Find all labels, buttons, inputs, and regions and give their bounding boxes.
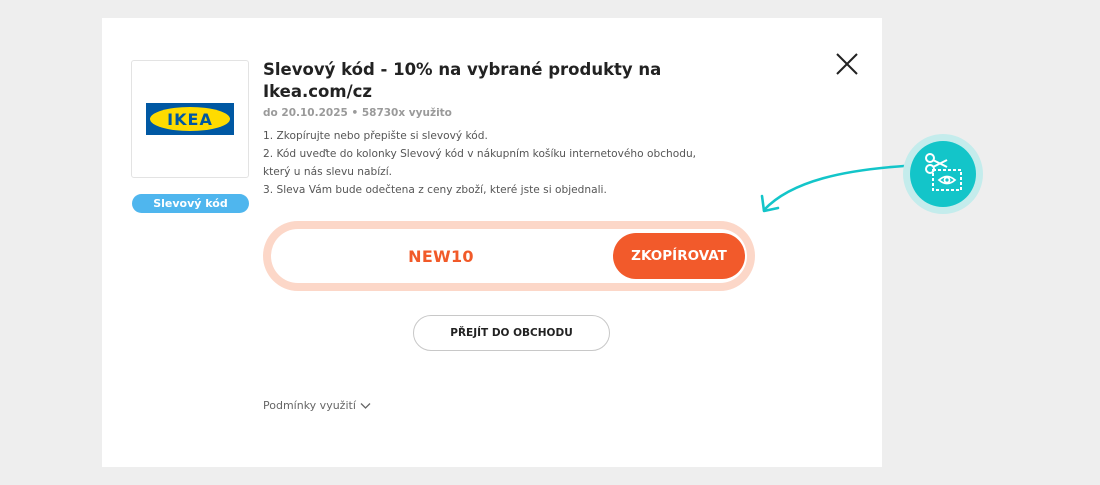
offer-meta: do 20.10.2025 • 58730x využito xyxy=(263,107,452,119)
terms-toggle[interactable]: Podmínky využití xyxy=(263,399,371,412)
coupon-code[interactable]: NEW10 xyxy=(271,229,611,283)
scissors-coupon-icon xyxy=(925,153,962,191)
instruction-step: 2. Kód uveďte do kolonky Slevový kód v n… xyxy=(263,148,697,178)
coupon-type-badge: Slevový kód xyxy=(132,194,249,213)
close-icon xyxy=(836,53,858,75)
offer-title: Slevový kód - 10% na vybrané produkty na… xyxy=(263,60,662,101)
instruction-step: 3. Sleva Vám bude odečtena z ceny zboží,… xyxy=(263,184,607,196)
coupon-code-box: NEW10 ZKOPÍROVAT xyxy=(263,221,755,291)
coupon-modal: IKEA Slevový kód Slevový kód - 10% na vy… xyxy=(102,18,882,467)
terms-label: Podmínky využití xyxy=(263,399,356,412)
instruction-step: 1. Zkopírujte nebo přepište si slevový k… xyxy=(263,130,488,142)
instructions: 1. Zkopírujte nebo přepište si slevový k… xyxy=(263,127,703,199)
curved-arrow-icon xyxy=(760,164,906,213)
chevron-down-icon xyxy=(360,402,371,409)
tip-badge xyxy=(910,141,976,207)
store-logo: IKEA xyxy=(131,60,249,178)
ikea-logo: IKEA xyxy=(146,103,234,135)
copy-code-button[interactable]: ZKOPÍROVAT xyxy=(613,233,745,279)
go-to-shop-button[interactable]: PŘEJÍT DO OBCHODU xyxy=(413,315,610,351)
close-button[interactable] xyxy=(835,52,859,76)
